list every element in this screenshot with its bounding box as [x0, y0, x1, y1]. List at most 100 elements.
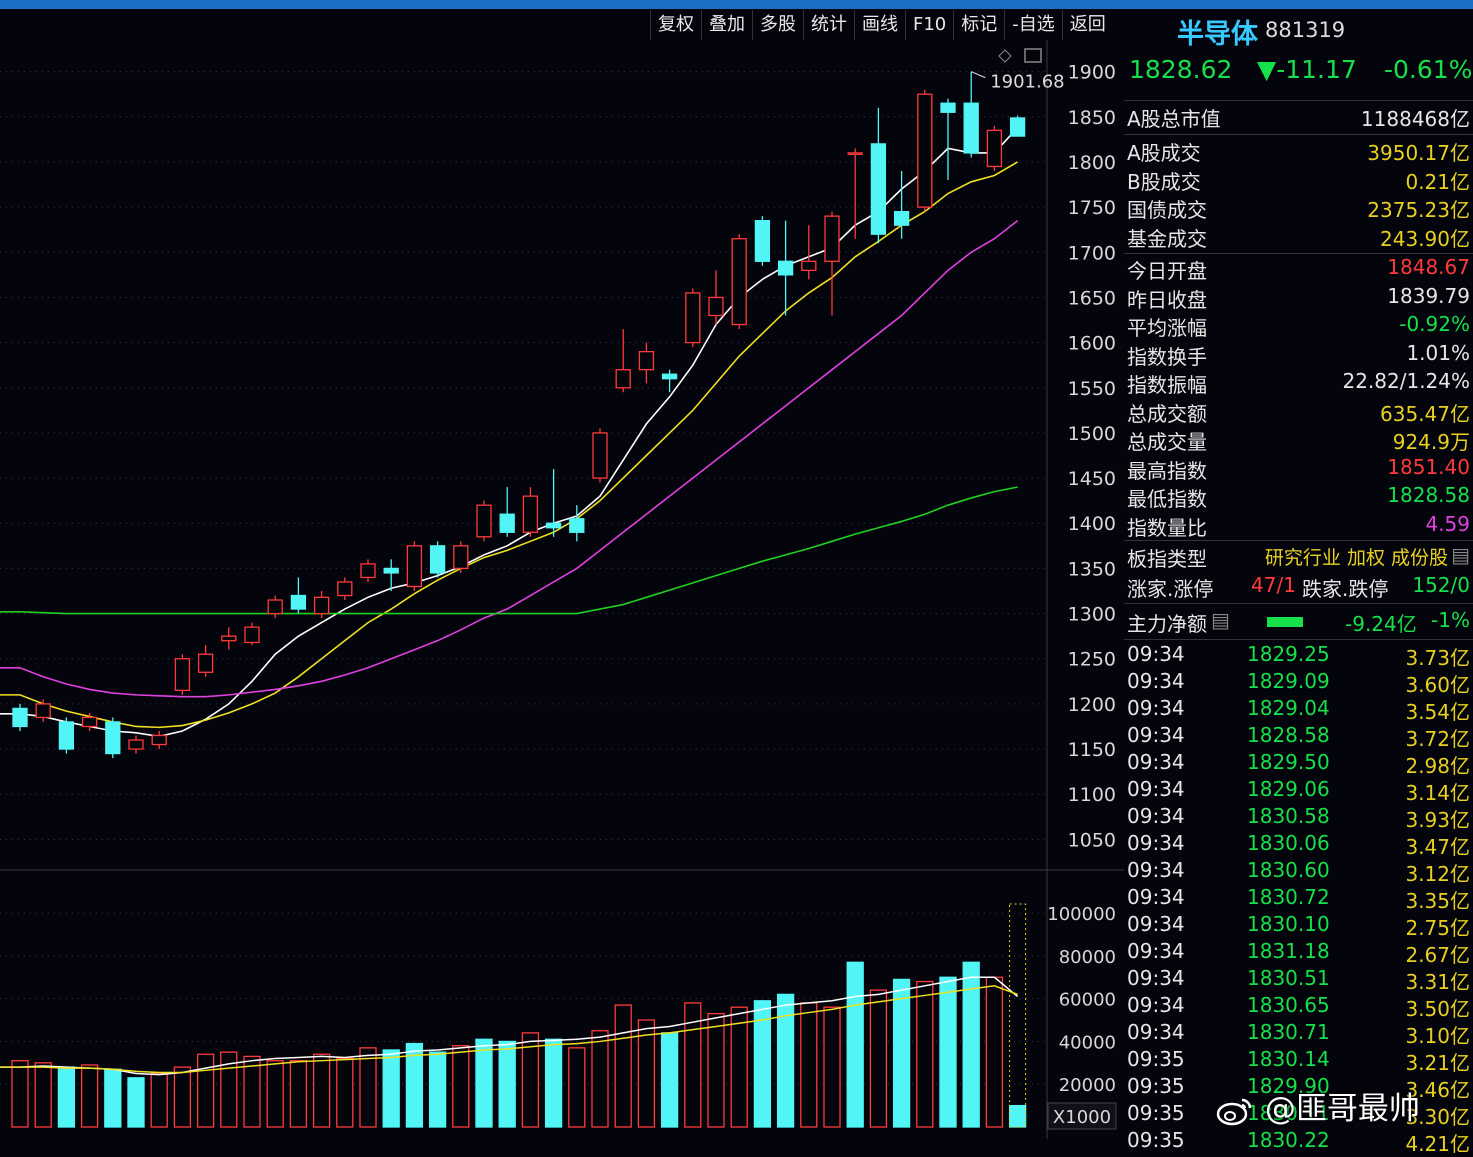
- stat-label: 总成交量: [1127, 430, 1207, 454]
- volume-bar: [707, 1012, 725, 1128]
- stat-value: 924.9万: [1392, 430, 1470, 454]
- stat-label: 指数换手: [1127, 344, 1207, 369]
- y-tick-label: 1400: [1068, 513, 1116, 535]
- volume-bar: [80, 1064, 99, 1128]
- tick-time: 09:34: [1127, 993, 1185, 1017]
- y-tick-label: 1050: [1068, 829, 1116, 851]
- turnover-row: 基金成交 243.90亿: [1127, 223, 1470, 251]
- y-tick-label: 1850: [1068, 107, 1116, 129]
- divider: [1124, 253, 1473, 254]
- volume-bar: [336, 1057, 354, 1128]
- candle: [685, 288, 701, 348]
- index-type-label: 板指类型: [1127, 547, 1207, 571]
- y-tick-label: 1900: [1068, 62, 1116, 84]
- tick-amount: 4.21亿: [1405, 1132, 1470, 1156]
- index-name: 半导体: [1177, 19, 1258, 50]
- candle: [731, 234, 747, 330]
- chart-toolbar: 复权 叠加 多股 统计 画线 F10 标记 -自选 返回: [650, 10, 1113, 40]
- stat-value: 4.59: [1425, 511, 1470, 536]
- index-code: 881319: [1265, 18, 1346, 42]
- main-flow-value: -9.24亿: [1345, 612, 1417, 636]
- candle: [754, 216, 771, 266]
- stat-value: 1839.79: [1387, 283, 1470, 308]
- volume-bar: [568, 1047, 586, 1128]
- toolbar-button-4[interactable]: 画线: [854, 10, 905, 40]
- tick-row: 09:34 1830.72 3.35亿: [1127, 885, 1470, 913]
- toolbar-button-8[interactable]: 返回: [1061, 10, 1113, 40]
- turnover-row: B股成交 0.21亿: [1127, 166, 1470, 194]
- y-tick-label: 1550: [1068, 378, 1116, 400]
- tick-time: 09:34: [1127, 696, 1185, 720]
- tick-price: 1830.58: [1247, 804, 1330, 828]
- up-value: 47/1: [1251, 573, 1296, 597]
- candle: [453, 541, 469, 573]
- tick-amount: 3.93亿: [1405, 808, 1470, 832]
- candle: [174, 654, 191, 695]
- tick-time: 09:35: [1127, 1074, 1185, 1098]
- tick-row: 09:34 1829.09 3.60亿: [1127, 669, 1470, 697]
- stat-row: 平均涨幅 -0.92%: [1127, 312, 1470, 340]
- stat-value: 635.47亿: [1380, 401, 1470, 426]
- weibo-icon: [1216, 1098, 1252, 1125]
- stat-row: 总成交量 924.9万: [1127, 426, 1470, 454]
- turnover-value: 243.90亿: [1380, 226, 1470, 251]
- price-change: ▼-11.17: [1257, 55, 1357, 84]
- window-top-bar: [0, 0, 1473, 9]
- volume-bar: [591, 1030, 609, 1128]
- tick-price: 1830.22: [1247, 1128, 1330, 1152]
- volume-bar: [150, 1072, 168, 1128]
- note-icon[interactable]: ▤: [1211, 608, 1230, 632]
- toolbar-button-5[interactable]: F10: [905, 10, 953, 40]
- main-flow-label: 主力净额: [1127, 612, 1207, 636]
- list-icon[interactable]: ▤: [1451, 543, 1470, 567]
- y-tick-label: 40000: [1059, 1032, 1116, 1053]
- candlestick-chart[interactable]: 1900 1850 1800 1750 1700 1650 1600 1550 1500 1450…: [0, 40, 1124, 871]
- stat-row: 指数振幅 22.82/1.24%: [1127, 369, 1470, 397]
- y-tick-label: 60000: [1059, 990, 1116, 1011]
- max-price-annotation: 1901.68: [990, 72, 1064, 93]
- stat-label: 最高指数: [1127, 458, 1207, 483]
- volume-bar: [939, 976, 957, 1128]
- tick-time: 09:34: [1127, 1020, 1185, 1044]
- toolbar-button-3[interactable]: 统计: [803, 10, 854, 40]
- stat-value: 1.01%: [1406, 340, 1470, 365]
- tick-price: 1830.14: [1247, 1047, 1330, 1071]
- market-cap-value: 1188468亿: [1360, 107, 1470, 131]
- volume-chart[interactable]: 100000 80000 60000 40000 20000 X1000: [0, 871, 1124, 1139]
- tick-amount: 3.12亿: [1405, 862, 1470, 886]
- tick-amount: 2.67亿: [1405, 943, 1470, 967]
- stat-row: 最高指数 1851.40: [1127, 455, 1470, 483]
- stat-value: 1828.58: [1387, 483, 1470, 507]
- tick-time: 09:34: [1127, 912, 1185, 936]
- tick-row: 09:35 1830.22 4.21亿: [1127, 1128, 1470, 1156]
- stat-label: 指数振幅: [1127, 373, 1207, 397]
- toolbar-button-6[interactable]: 标记: [953, 10, 1004, 40]
- stat-label: 总成交额: [1127, 401, 1207, 426]
- stat-row: 昨日收盘 1839.79: [1127, 284, 1470, 312]
- tick-time: 09:34: [1127, 642, 1185, 666]
- tick-price: 1829.06: [1247, 777, 1330, 801]
- tick-price: 1830.72: [1247, 885, 1330, 909]
- tick-row: 09:34 1829.50 2.98亿: [1127, 750, 1470, 778]
- stat-value: -0.92%: [1399, 312, 1470, 336]
- toolbar-button-1[interactable]: 叠加: [701, 10, 752, 40]
- y-tick-label: 1750: [1068, 197, 1116, 219]
- volume-bar: [104, 1068, 122, 1128]
- tick-price: 1829.09: [1247, 669, 1330, 693]
- volume-bar: [428, 1051, 447, 1128]
- volume-bar: [452, 1045, 470, 1128]
- stat-row: 今日开盘 1848.67: [1127, 255, 1470, 283]
- y-tick-label: 1800: [1068, 152, 1116, 174]
- volume-bar: [127, 1077, 145, 1128]
- toolbar-button-0[interactable]: 复权: [650, 10, 701, 40]
- y-tick-label: 20000: [1059, 1075, 1116, 1096]
- candle: [1009, 115, 1026, 137]
- candle: [58, 717, 75, 754]
- toolbar-button-7[interactable]: -自选: [1004, 10, 1062, 40]
- tick-row: 09:34 1831.18 2.67亿: [1127, 939, 1470, 967]
- volume-unit-label: X1000: [1053, 1107, 1111, 1128]
- toolbar-button-2[interactable]: 多股: [752, 10, 803, 40]
- flow-bar: [1267, 617, 1303, 627]
- volume-bar: [475, 1038, 493, 1128]
- tick-time: 09:35: [1127, 1101, 1185, 1125]
